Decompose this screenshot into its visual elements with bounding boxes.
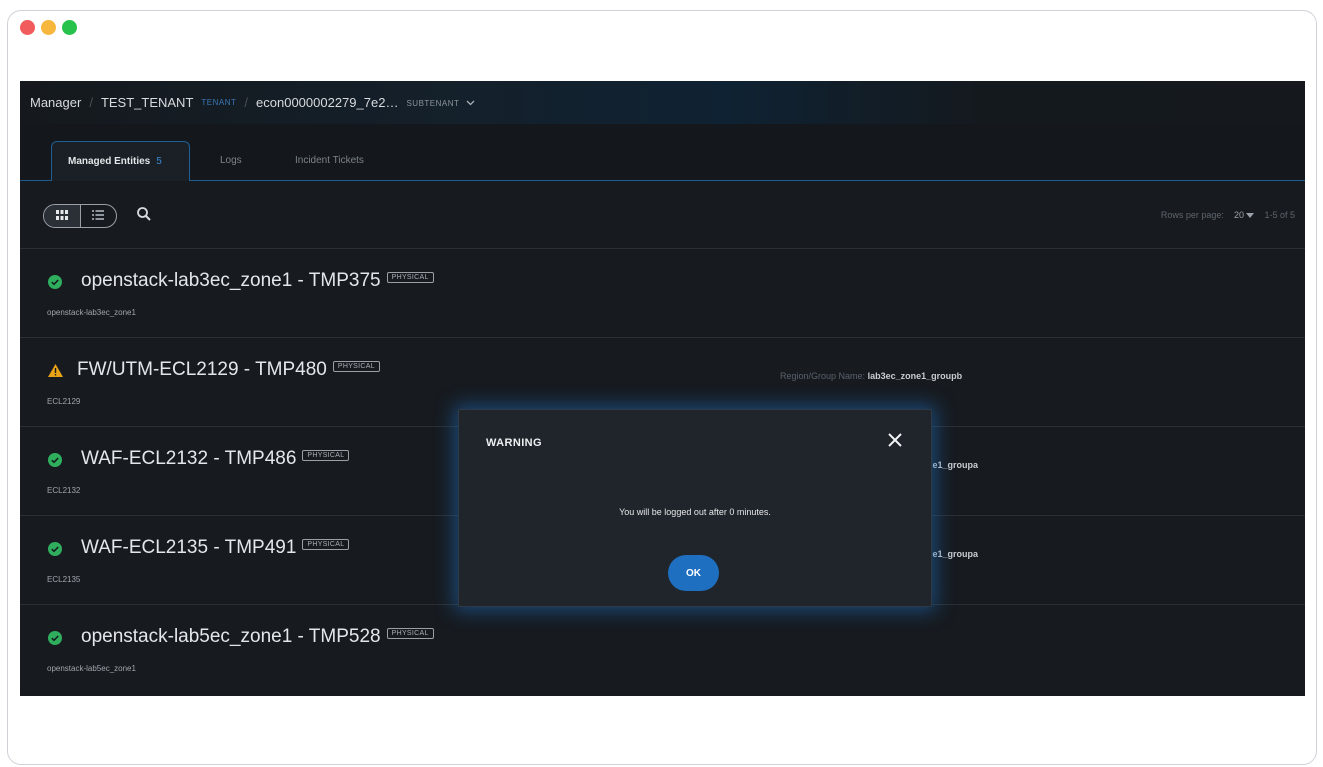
subtenant-tag: SUBTENANT <box>406 98 460 108</box>
region-label: Region/Group Name: <box>780 371 866 381</box>
entity-subtitle: ECL2135 <box>47 575 81 584</box>
entity-title: WAF-ECL2135 - TMP491 <box>81 537 297 558</box>
breadcrumb-manager[interactable]: Manager <box>30 95 81 110</box>
entity-subtitle: ECL2132 <box>47 486 81 495</box>
view-toggle <box>43 204 117 228</box>
tenant-tag: TENANT <box>201 98 237 107</box>
entity-name: openstack-lab5ec_zone1 - TMP528 PHYSICAL <box>81 626 434 648</box>
check-circle-icon <box>48 631 62 650</box>
tab-label: Managed Entities <box>68 156 151 167</box>
dialog-close-button[interactable] <box>887 432 903 448</box>
physical-badge: PHYSICAL <box>386 272 434 284</box>
entity-row[interactable]: openstack-lab5ec_zone1 - TMP528 PHYSICAL … <box>20 604 1305 692</box>
breadcrumb-subtenant[interactable]: econ0000002279_7e2… <box>256 95 398 110</box>
entity-name: FW/UTM-ECL2129 - TMP480 PHYSICAL <box>77 359 380 381</box>
browser-window: Manager / TEST_TENANT TENANT / econ00000… <box>7 10 1317 765</box>
maximize-window-button[interactable] <box>62 20 77 35</box>
entity-name: openstack-lab3ec_zone1 - TMP375 PHYSICAL <box>81 270 434 292</box>
physical-badge: PHYSICAL <box>332 361 380 373</box>
tab-count: 5 <box>156 156 162 167</box>
search-button[interactable] <box>136 206 154 224</box>
tab-bar: Managed Entities 5 Logs Incident Tickets <box>20 124 1305 181</box>
entity-name: WAF-ECL2135 - TMP491 PHYSICAL <box>81 537 350 559</box>
physical-badge: PHYSICAL <box>302 450 350 462</box>
grid-view-button[interactable] <box>44 205 81 227</box>
entity-subtitle: openstack-lab5ec_zone1 <box>47 664 136 673</box>
search-icon <box>136 207 152 226</box>
region-value: lab3ec_zone1_groupb <box>867 371 963 381</box>
toolbar: Rows per page: 20 1-5 of 5 <box>20 182 1305 248</box>
grid-icon <box>55 207 68 225</box>
page-range: 1-5 of 5 <box>1264 210 1295 220</box>
close-window-button[interactable] <box>20 20 35 35</box>
breadcrumb-tenant[interactable]: TEST_TENANT <box>101 95 193 110</box>
rows-per-page-value: 20 <box>1233 210 1244 220</box>
caret-down-icon <box>1246 210 1255 220</box>
entity-subtitle: openstack-lab3ec_zone1 <box>47 308 136 317</box>
check-circle-icon <box>48 275 62 294</box>
app-screen: Manager / TEST_TENANT TENANT / econ00000… <box>20 81 1305 696</box>
pagination: Rows per page: 20 1-5 of 5 <box>1161 210 1295 220</box>
rows-per-page-select[interactable]: 20 <box>1234 210 1255 220</box>
close-icon <box>887 433 903 452</box>
warning-dialog: WARNING You will be logged out after 0 m… <box>458 409 932 607</box>
entity-title: WAF-ECL2132 - TMP486 <box>81 448 297 469</box>
entity-row[interactable]: openstack-lab3ec_zone1 - TMP375 PHYSICAL … <box>20 248 1305 336</box>
region-group: Region/Group Name: lab3ec_zone1_groupb <box>780 371 962 381</box>
tab-logs[interactable]: Logs <box>220 141 242 181</box>
breadcrumb: Manager / TEST_TENANT TENANT / econ00000… <box>20 81 1305 124</box>
check-circle-icon <box>48 542 62 561</box>
list-view-button[interactable] <box>81 205 117 227</box>
breadcrumb-separator: / <box>89 95 93 110</box>
entity-title: openstack-lab5ec_zone1 - TMP528 <box>81 626 381 647</box>
entity-name: WAF-ECL2132 - TMP486 PHYSICAL <box>81 448 350 470</box>
check-circle-icon <box>48 453 62 472</box>
dialog-message: You will be logged out after 0 minutes. <box>619 507 771 517</box>
entity-title: openstack-lab3ec_zone1 - TMP375 <box>81 270 381 291</box>
entity-title: FW/UTM-ECL2129 - TMP480 <box>77 359 327 380</box>
list-icon <box>92 207 105 225</box>
tab-incident-tickets[interactable]: Incident Tickets <box>295 141 364 181</box>
dialog-title: WARNING <box>486 437 542 449</box>
rows-per-page-label: Rows per page: <box>1160 210 1224 220</box>
subtenant-dropdown[interactable]: SUBTENANT <box>406 98 475 108</box>
entity-subtitle: ECL2129 <box>47 397 81 406</box>
warning-icon <box>48 364 63 382</box>
window-controls <box>20 20 77 35</box>
physical-badge: PHYSICAL <box>386 628 434 640</box>
breadcrumb-separator: / <box>244 95 249 110</box>
tab-managed-entities[interactable]: Managed Entities 5 <box>51 141 190 181</box>
chevron-down-icon <box>466 98 475 108</box>
physical-badge: PHYSICAL <box>302 539 350 551</box>
minimize-window-button[interactable] <box>41 20 56 35</box>
ok-button[interactable]: OK <box>668 555 719 591</box>
